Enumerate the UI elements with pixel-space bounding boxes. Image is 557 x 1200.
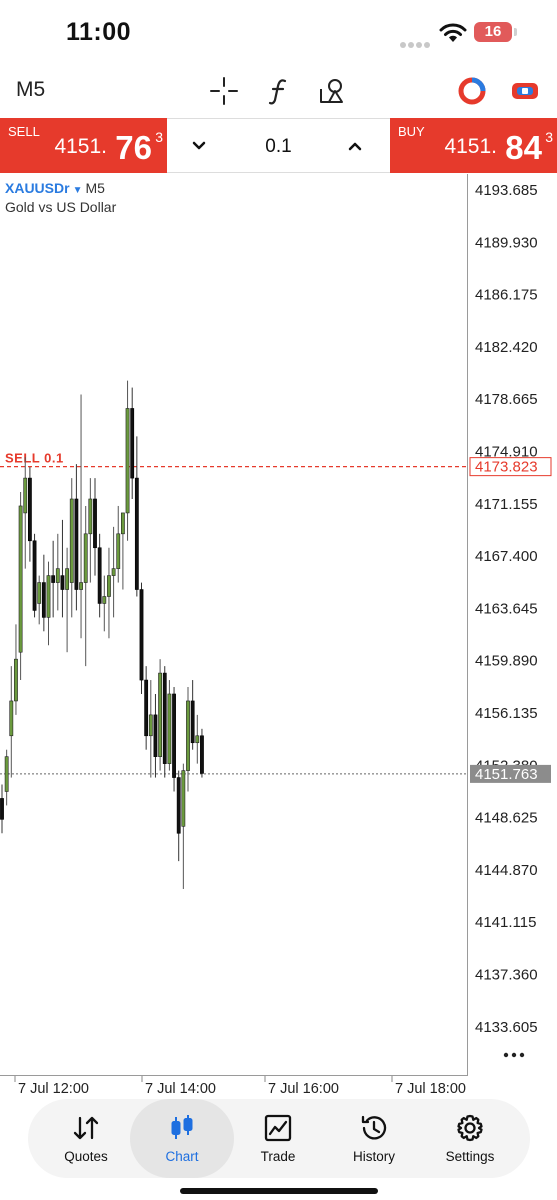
order-price-tag-label: 4173.823 (475, 459, 538, 476)
candle-body (176, 777, 181, 834)
price-axis-label: 4141.115 (475, 914, 536, 931)
settings-icon (457, 1114, 483, 1142)
candle-body (125, 408, 130, 514)
more-options-icon[interactable] (502, 1047, 526, 1063)
candle-body (41, 582, 46, 618)
candle-body (69, 498, 74, 583)
candle-body (46, 575, 51, 618)
price-axis-label: 4156.135 (475, 705, 538, 722)
nav-label-settings: Settings (445, 1149, 495, 1164)
candle-body (144, 679, 149, 737)
price-axis-label: 4137.360 (475, 967, 538, 984)
candle-body (153, 714, 158, 757)
candle-body (18, 505, 23, 653)
candle-body (181, 770, 186, 827)
price-axis-label: 4167.400 (475, 548, 538, 565)
candle-body (111, 568, 116, 576)
candle-body (116, 533, 121, 569)
nav-trade[interactable]: Trade (228, 1099, 328, 1178)
price-axis-label: 4189.930 (475, 234, 538, 251)
candlestick-chart: 4193.685 4189.930 4186.175 4182.420 4178.665… (0, 182, 552, 1097)
candle-body (4, 756, 9, 792)
candle-body (37, 582, 42, 604)
chart-symbol-header: XAUUSDr ▼ M5 (5, 180, 105, 196)
candle-body (186, 700, 190, 771)
candle-body (195, 735, 200, 744)
candle-body (79, 582, 83, 590)
nav-quotes[interactable]: Quotes (36, 1099, 136, 1178)
candle-body (134, 477, 139, 590)
candle-body (74, 498, 79, 590)
candle-body (97, 547, 102, 604)
candle-body (83, 533, 88, 583)
nav-label-chart: Chart (165, 1149, 199, 1164)
candle-body (27, 477, 32, 542)
symbol-timeframe: M5 (85, 180, 105, 196)
candle-body (65, 568, 70, 590)
candle-body (93, 498, 97, 549)
symbol-description: Gold vs US Dollar (5, 199, 117, 215)
current-price-tag-label: 4151.763 (475, 766, 538, 783)
candle-body (14, 658, 18, 702)
candle-body (9, 700, 14, 737)
candle-body (162, 672, 167, 764)
price-axis-label: 4148.625 (475, 810, 538, 827)
time-axis-label: 7 Jul 12:00 (18, 1081, 89, 1097)
candle-body (102, 596, 107, 604)
price-axis-label: 4193.685 (475, 182, 538, 199)
history-icon (361, 1115, 387, 1140)
price-axis-label: 4171.155 (475, 496, 538, 513)
nav-label-history: History (352, 1149, 395, 1164)
price-axis-label: 4144.870 (475, 862, 538, 879)
candle-body (107, 575, 111, 597)
candle-body (158, 672, 163, 757)
candle-body (130, 408, 135, 479)
time-axis-label: 7 Jul 14:00 (145, 1081, 216, 1097)
symbol-dropdown-icon[interactable]: ▼ (73, 185, 83, 196)
candle-body (200, 735, 204, 774)
candle-body (139, 589, 144, 681)
price-axis-label: 4182.420 (475, 339, 538, 356)
quotes-icon (73, 1116, 99, 1140)
price-axis-label: 4186.175 (475, 287, 538, 304)
chart-candles-icon (171, 1115, 193, 1139)
candle-body (148, 714, 153, 737)
candle-body (32, 540, 37, 611)
nav-chart[interactable]: Chart (130, 1099, 234, 1178)
candle-body (172, 693, 176, 778)
home-indicator (180, 1188, 378, 1194)
candle-body (190, 700, 195, 744)
nav-label-trade: Trade (260, 1149, 296, 1164)
candle-body (0, 798, 4, 820)
symbol-name[interactable]: XAUUSDr (5, 180, 70, 196)
bottom-navigation: Quotes Chart Trade History Settings (28, 1099, 530, 1178)
candle-body (23, 477, 28, 514)
price-axis-label: 4159.890 (475, 653, 538, 670)
candle-body (88, 498, 93, 535)
nav-label-quotes: Quotes (64, 1149, 108, 1164)
candle-body (60, 575, 65, 590)
time-axis-label: 7 Jul 16:00 (268, 1081, 339, 1097)
price-axis-label: 4178.665 (475, 391, 538, 408)
candle-body (55, 568, 60, 583)
price-axis-label: 4163.645 (475, 600, 538, 617)
nav-history[interactable]: History (324, 1099, 424, 1178)
price-axis-label: 4133.605 (475, 1019, 538, 1036)
candle-body (167, 693, 172, 764)
sell-order-label: SELL 0.1 (5, 451, 64, 466)
trade-icon (264, 1114, 292, 1142)
candle-body (51, 575, 56, 583)
nav-settings[interactable]: Settings (420, 1099, 520, 1178)
candle-body (121, 512, 125, 535)
time-axis-label: 7 Jul 18:00 (395, 1081, 466, 1097)
